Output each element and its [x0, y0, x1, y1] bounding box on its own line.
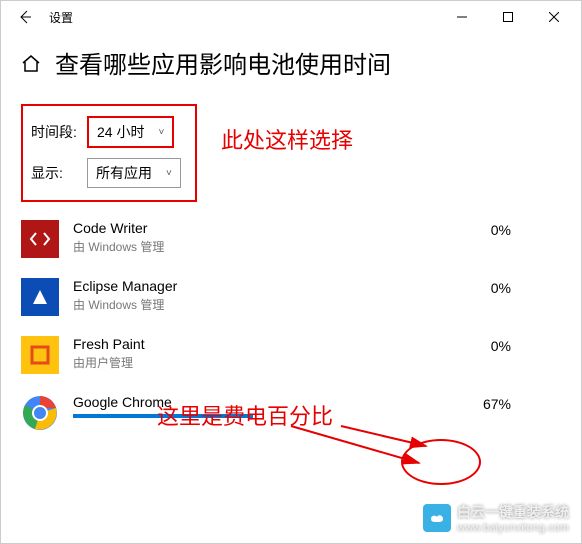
- app-managed: 由用户管理: [73, 354, 477, 371]
- app-icon-codewriter: [21, 220, 59, 258]
- minimize-button[interactable]: [439, 1, 485, 33]
- app-item[interactable]: Fresh Paint 由用户管理 0%: [21, 326, 561, 384]
- page-header: 查看哪些应用影响电池使用时间: [21, 45, 561, 80]
- show-filter-dropdown[interactable]: 所有应用 ˅: [87, 158, 181, 188]
- app-percent: 0%: [491, 336, 561, 354]
- chevron-down-icon: ˅: [158, 127, 164, 138]
- time-filter-label: 时间段:: [31, 122, 79, 142]
- page-title: 查看哪些应用影响电池使用时间: [55, 45, 391, 80]
- app-managed: 由 Windows 管理: [73, 238, 477, 255]
- watermark-url: www.baiyunxitong.com: [457, 522, 569, 534]
- time-filter-value: 24 小时: [97, 122, 144, 142]
- minimize-icon: [457, 12, 467, 22]
- show-filter-label: 显示:: [31, 163, 79, 183]
- time-filter-dropdown[interactable]: 24 小时 ˅: [87, 116, 174, 148]
- app-percent: 0%: [491, 220, 561, 238]
- close-button[interactable]: [531, 1, 577, 33]
- app-managed: 由 Windows 管理: [73, 296, 477, 313]
- app-item[interactable]: Eclipse Manager 由 Windows 管理 0%: [21, 268, 561, 326]
- app-name: Eclipse Manager: [73, 278, 477, 294]
- titlebar: 设置: [1, 1, 581, 33]
- annotation-note2: 这里是费电百分比: [157, 399, 333, 431]
- arrow-left-icon: [17, 9, 33, 25]
- close-icon: [549, 12, 559, 22]
- home-button[interactable]: [21, 54, 41, 72]
- watermark-logo-icon: [423, 504, 451, 532]
- window-title: 设置: [45, 9, 73, 26]
- maximize-button[interactable]: [485, 1, 531, 33]
- app-name: Code Writer: [73, 220, 477, 236]
- watermark-title: 白云一键重装系统: [457, 502, 569, 522]
- home-icon: [21, 54, 41, 72]
- app-icon-eclipse: [21, 278, 59, 316]
- app-icon-freshpaint: [21, 336, 59, 374]
- app-percent: 67%: [483, 394, 561, 412]
- chevron-down-icon: ˅: [166, 168, 172, 179]
- filter-panel-highlight: 时间段: 24 小时 ˅ 显示: 所有应用 ˅: [21, 104, 197, 202]
- show-filter-value: 所有应用: [96, 163, 152, 183]
- back-button[interactable]: [5, 1, 45, 33]
- watermark: 白云一键重装系统 www.baiyunxitong.com: [417, 499, 575, 537]
- app-percent: 0%: [491, 278, 561, 296]
- annotation-ellipse: [401, 439, 481, 485]
- app-item[interactable]: Code Writer 由 Windows 管理 0%: [21, 210, 561, 268]
- app-icon-chrome: [21, 394, 59, 432]
- maximize-icon: [503, 12, 513, 22]
- app-name: Fresh Paint: [73, 336, 477, 352]
- annotation-note1: 此处这样选择: [221, 123, 353, 155]
